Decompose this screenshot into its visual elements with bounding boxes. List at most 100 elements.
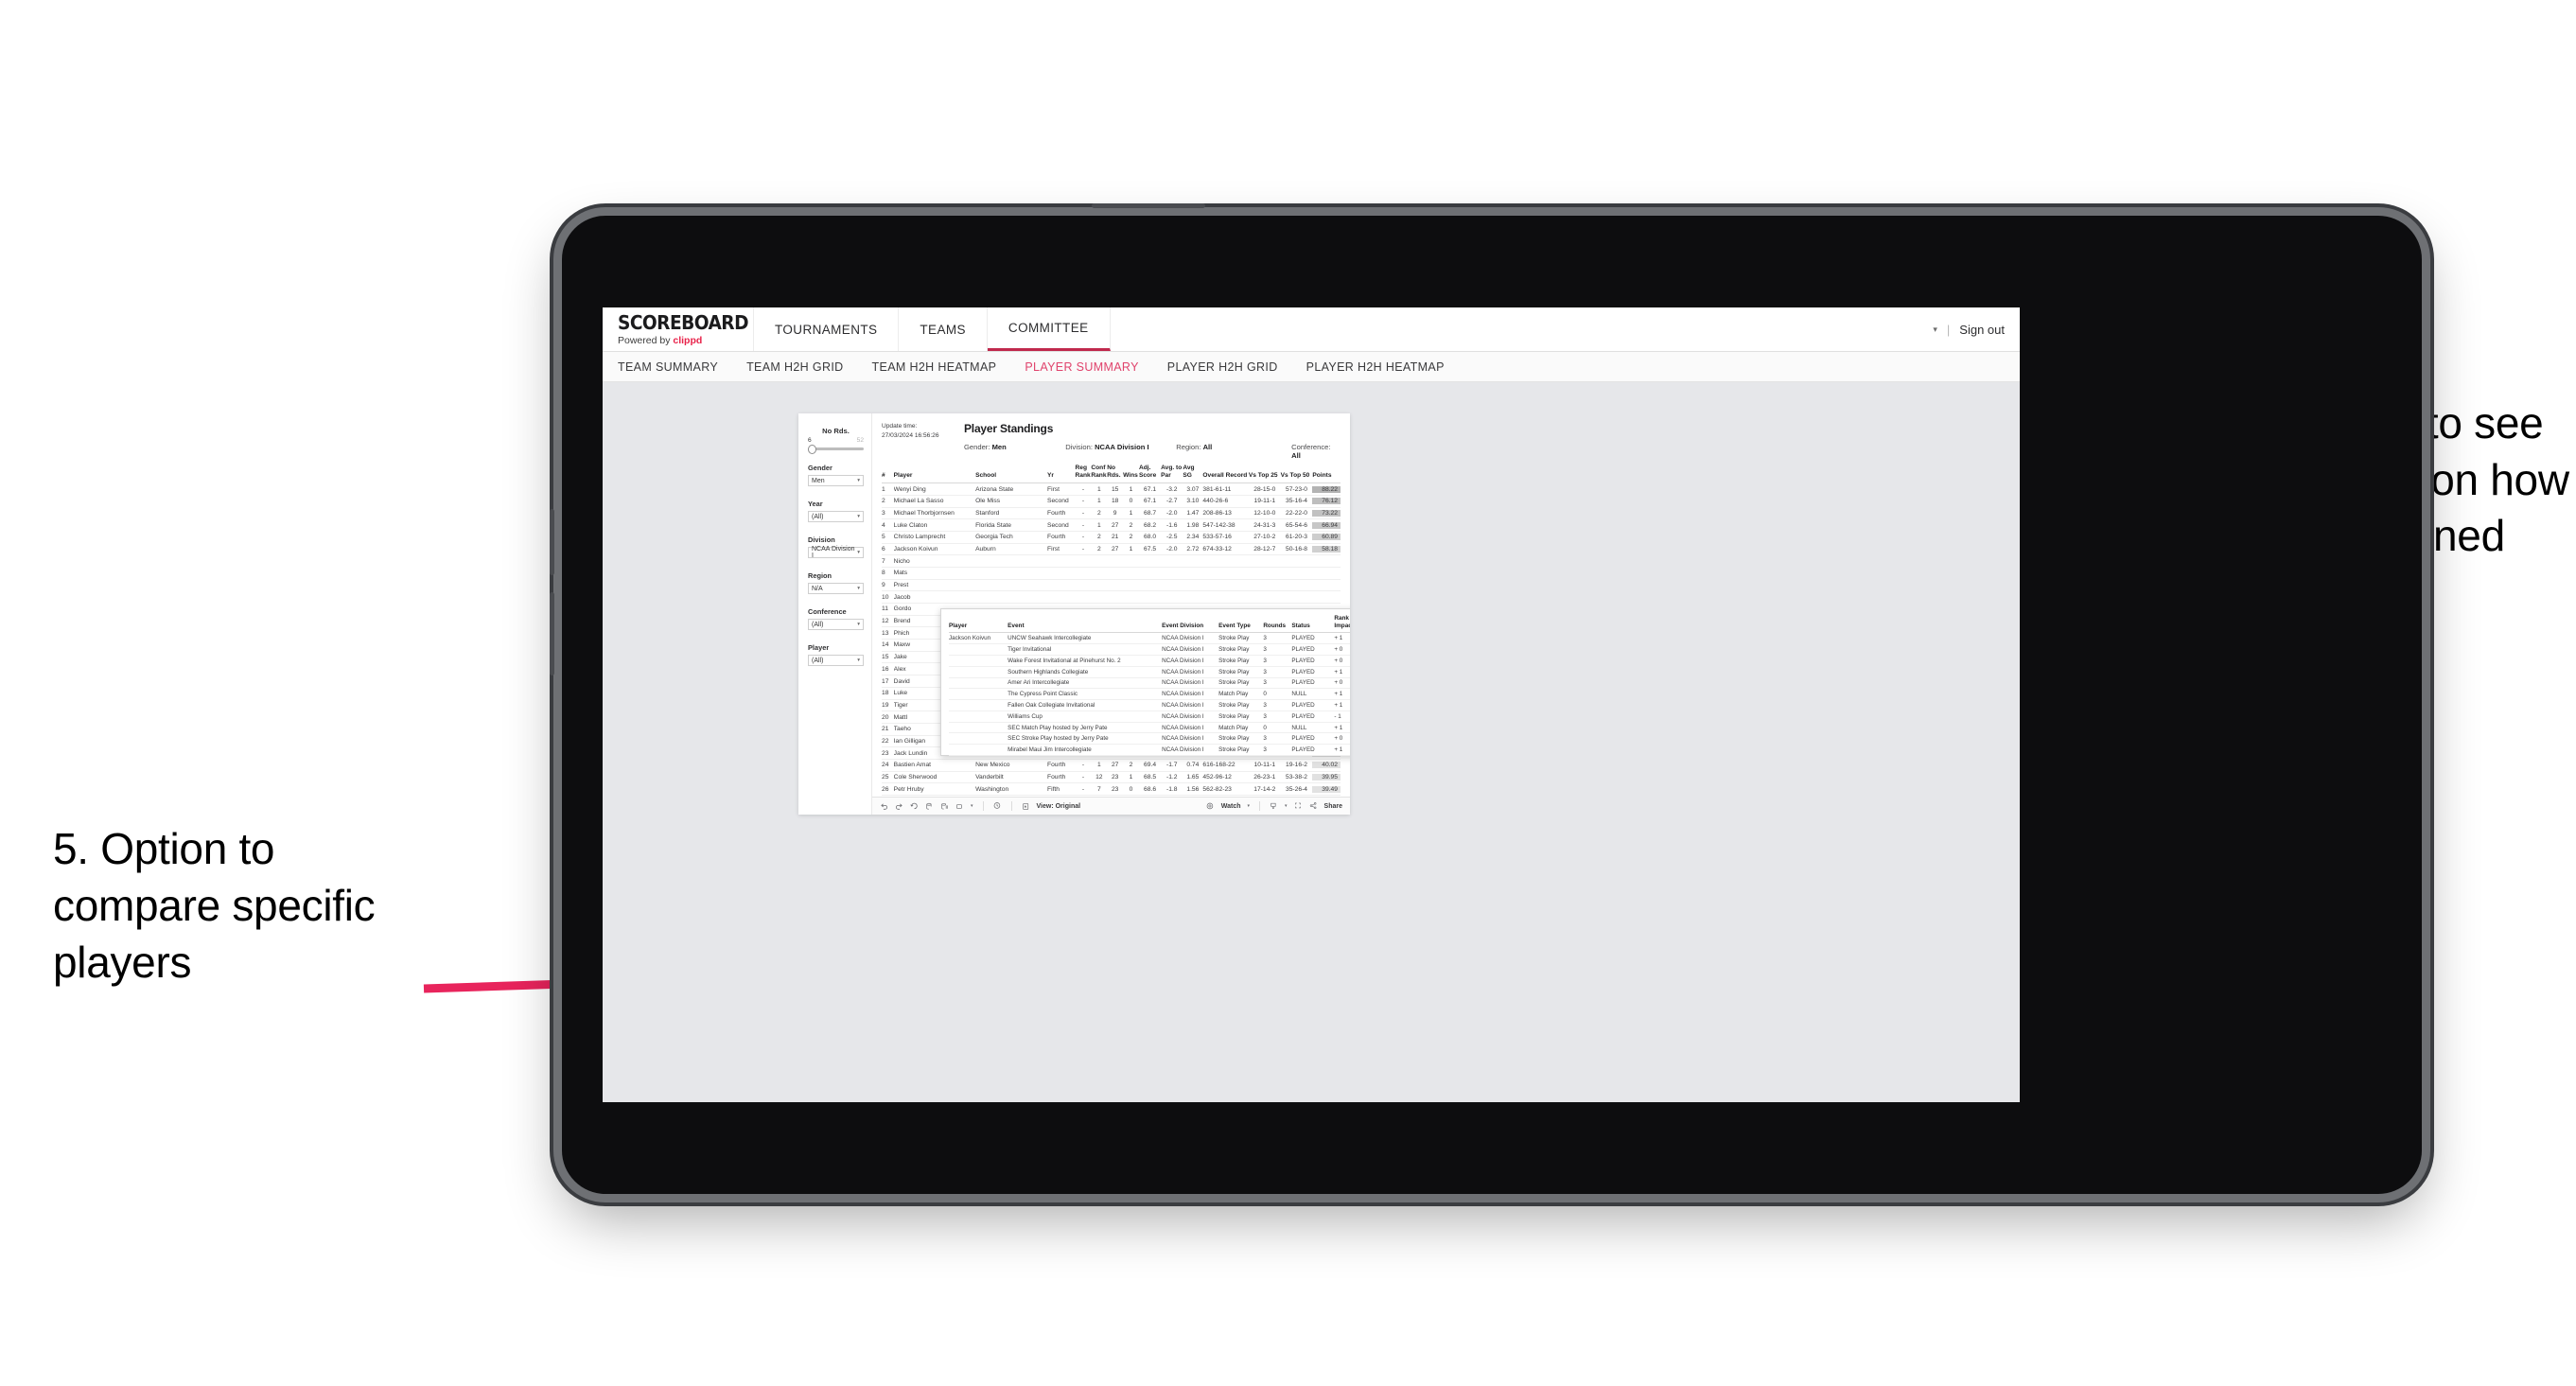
nav-teams[interactable]: TEAMS bbox=[899, 307, 988, 351]
pause-updates-icon[interactable] bbox=[940, 802, 949, 811]
table-row[interactable]: 6 Jackson Koivun Auburn First -2 27 1 67.5 -2.0 2… bbox=[882, 543, 1341, 556]
redo-icon[interactable] bbox=[895, 802, 903, 811]
cell-points[interactable]: 76.12 bbox=[1312, 495, 1341, 508]
table-row[interactable]: 24 Bastien Amat New Mexico Fourth -1 27 2 69.4-… bbox=[882, 759, 1341, 772]
cell-adj-score: 68.7 bbox=[1138, 507, 1162, 520]
filter-player-select[interactable]: (All) ▾ bbox=[808, 655, 864, 666]
col-overall-record[interactable]: Overall Record bbox=[1202, 465, 1249, 484]
subnav-team-summary[interactable]: TEAM SUMMARY bbox=[618, 360, 718, 374]
cell-rank: 3 bbox=[882, 507, 894, 520]
slider-min-value: 6 bbox=[808, 437, 812, 444]
table-row[interactable]: 1 Wenyi Ding Arizona State First -1 15 1 67.1 -3… bbox=[882, 482, 1341, 496]
custom-views-icon[interactable] bbox=[955, 802, 964, 811]
sign-out-link[interactable]: Sign out bbox=[1959, 323, 2005, 337]
brand-logo[interactable]: SCOREBOARD Powered by clippd bbox=[603, 307, 754, 351]
chevron-down-icon[interactable]: ▾ bbox=[1933, 325, 1937, 335]
view-original-label[interactable]: View: Original bbox=[1037, 803, 1081, 810]
filter-division-select[interactable]: NCAA Division I ▾ bbox=[808, 546, 864, 559]
chevron-down-icon[interactable]: ▾ bbox=[971, 803, 973, 809]
cell-points[interactable] bbox=[1312, 567, 1341, 580]
table-row[interactable]: 5 Christo Lamprecht Georgia Tech Fourth -2 21… bbox=[882, 531, 1341, 544]
standings-table-wrapper[interactable]: # Player School Yr Reg Rank Conf Rank No… bbox=[872, 465, 1350, 797]
cell-points[interactable] bbox=[1312, 579, 1341, 592]
cell-points[interactable] bbox=[1312, 554, 1341, 568]
col-avg-to-par[interactable]: Avg. to Par bbox=[1161, 465, 1183, 484]
col-vs-top-25[interactable]: Vs Top 25 bbox=[1248, 465, 1281, 484]
filter-region-select[interactable]: N/A ▾ bbox=[808, 583, 864, 594]
table-row[interactable]: 2 Michael La Sasso Ole Miss Second -1 18 0 67.1… bbox=[882, 495, 1341, 508]
filter-summary: Gender: Men Division: NCAA Division I Re… bbox=[964, 443, 1341, 460]
history-icon[interactable] bbox=[993, 802, 1002, 811]
cell-no-rounds bbox=[1107, 554, 1124, 568]
cell-adj-score bbox=[1138, 590, 1162, 605]
subnav-team-h2h-grid[interactable]: TEAM H2H GRID bbox=[746, 360, 843, 374]
cell-reg-rank: - bbox=[1075, 495, 1092, 508]
filter-conference-select[interactable]: (All) ▾ bbox=[808, 619, 864, 630]
cell-points[interactable]: 60.89 bbox=[1312, 531, 1341, 544]
cell-points[interactable]: 40.02 bbox=[1312, 759, 1341, 772]
cell-no-rounds: 9 bbox=[1107, 507, 1124, 520]
view-original-icon[interactable] bbox=[1022, 802, 1030, 811]
cell-no-rounds bbox=[1107, 567, 1124, 580]
tt-cell-event-division: NCAA Division I bbox=[1162, 732, 1219, 746]
col-school[interactable]: School bbox=[975, 465, 1047, 484]
no-rounds-slider-handle[interactable] bbox=[808, 444, 816, 454]
col-avg-sg[interactable]: Avg SG bbox=[1183, 465, 1203, 484]
no-rounds-slider-track[interactable] bbox=[808, 444, 864, 454]
cell-points[interactable] bbox=[1312, 590, 1341, 605]
filter-gender-select[interactable]: Men ▾ bbox=[808, 475, 864, 486]
cell-points[interactable]: 73.22 bbox=[1312, 507, 1341, 520]
fullscreen-icon[interactable] bbox=[1294, 802, 1303, 811]
col-adj-score[interactable]: Adj. Score bbox=[1138, 465, 1162, 484]
chevron-down-icon[interactable]: ▾ bbox=[1285, 803, 1288, 809]
subnav-player-summary[interactable]: PLAYER SUMMARY bbox=[1025, 360, 1138, 374]
filter-year-select[interactable]: (All) ▾ bbox=[808, 511, 864, 522]
subnav-player-h2h-heatmap[interactable]: PLAYER H2H HEATMAP bbox=[1306, 360, 1445, 374]
table-row[interactable]: 8 Mats bbox=[882, 567, 1341, 580]
table-row[interactable]: 4 Luke Claton Florida State Second -1 27 2 68.2… bbox=[882, 518, 1341, 532]
watch-label[interactable]: Watch bbox=[1221, 803, 1241, 810]
chevron-down-icon[interactable]: ▾ bbox=[1248, 803, 1251, 809]
cell-wins: 2 bbox=[1123, 759, 1139, 772]
nav-tournaments[interactable]: TOURNAMENTS bbox=[754, 307, 900, 351]
share-icon[interactable] bbox=[1309, 802, 1318, 811]
col-vs-top-50[interactable]: Vs Top 50 bbox=[1280, 465, 1313, 484]
col-points[interactable]: Points bbox=[1312, 465, 1341, 484]
col-year[interactable]: Yr bbox=[1047, 465, 1076, 484]
col-no-rounds[interactable]: No Rds. bbox=[1107, 465, 1124, 484]
col-player[interactable]: Player bbox=[893, 465, 976, 484]
cell-points[interactable]: 58.18 bbox=[1312, 543, 1341, 556]
watch-icon[interactable] bbox=[1206, 802, 1215, 811]
refresh-data-icon[interactable] bbox=[925, 802, 934, 811]
tooltip-row: Fallen Oak Collegiate Invitational NCAA D… bbox=[949, 699, 1350, 711]
filter-region-value: N/A bbox=[812, 585, 823, 592]
share-label[interactable]: Share bbox=[1324, 803, 1342, 810]
table-row[interactable]: 25 Cole Sherwood Vanderbilt Fourth -12 23 1 68.… bbox=[882, 771, 1341, 784]
cell-points[interactable]: 66.94 bbox=[1312, 518, 1341, 532]
tt-cell-event: Southern Highlands Collegiate bbox=[1008, 666, 1163, 678]
download-icon[interactable] bbox=[1270, 802, 1278, 811]
col-wins[interactable]: Wins bbox=[1123, 465, 1139, 484]
cell-adj-score: 67.5 bbox=[1138, 543, 1162, 556]
col-rank[interactable]: # bbox=[882, 465, 894, 484]
col-conf-rank[interactable]: Conf Rank bbox=[1091, 465, 1108, 484]
cell-points[interactable]: 39.95 bbox=[1312, 771, 1341, 784]
table-row[interactable]: 7 Nicho bbox=[882, 554, 1341, 568]
col-reg-rank[interactable]: Reg Rank bbox=[1075, 465, 1092, 484]
subnav-team-h2h-heatmap[interactable]: TEAM H2H HEATMAP bbox=[872, 360, 997, 374]
nav-committee[interactable]: COMMITTEE bbox=[987, 307, 1111, 351]
workbook-title-bar: Update time: 27/03/2024 16:56:26 Player … bbox=[872, 413, 1350, 465]
cell-vs-top-25: 26-23-1 bbox=[1248, 771, 1281, 784]
revert-icon[interactable] bbox=[910, 802, 919, 811]
summary-gender-value: Men bbox=[991, 443, 1007, 451]
table-row[interactable]: 26 Petr Hruby Washington Fifth -7 23 0 68.6 -1.8… bbox=[882, 782, 1341, 797]
brand-powered-by: Powered by clippd bbox=[618, 335, 753, 346]
table-row[interactable]: 9 Prest bbox=[882, 579, 1341, 592]
table-row[interactable]: 10 Jacob bbox=[882, 590, 1341, 605]
cell-points[interactable]: 39.49 bbox=[1312, 782, 1341, 797]
cell-school: Washington bbox=[975, 782, 1047, 797]
cell-points[interactable]: 88.22 bbox=[1312, 482, 1341, 496]
table-row[interactable]: 3 Michael Thorbjornsen Stanford Fourth -2 9 1 6… bbox=[882, 507, 1341, 520]
undo-icon[interactable] bbox=[880, 802, 888, 811]
subnav-player-h2h-grid[interactable]: PLAYER H2H GRID bbox=[1167, 360, 1278, 374]
